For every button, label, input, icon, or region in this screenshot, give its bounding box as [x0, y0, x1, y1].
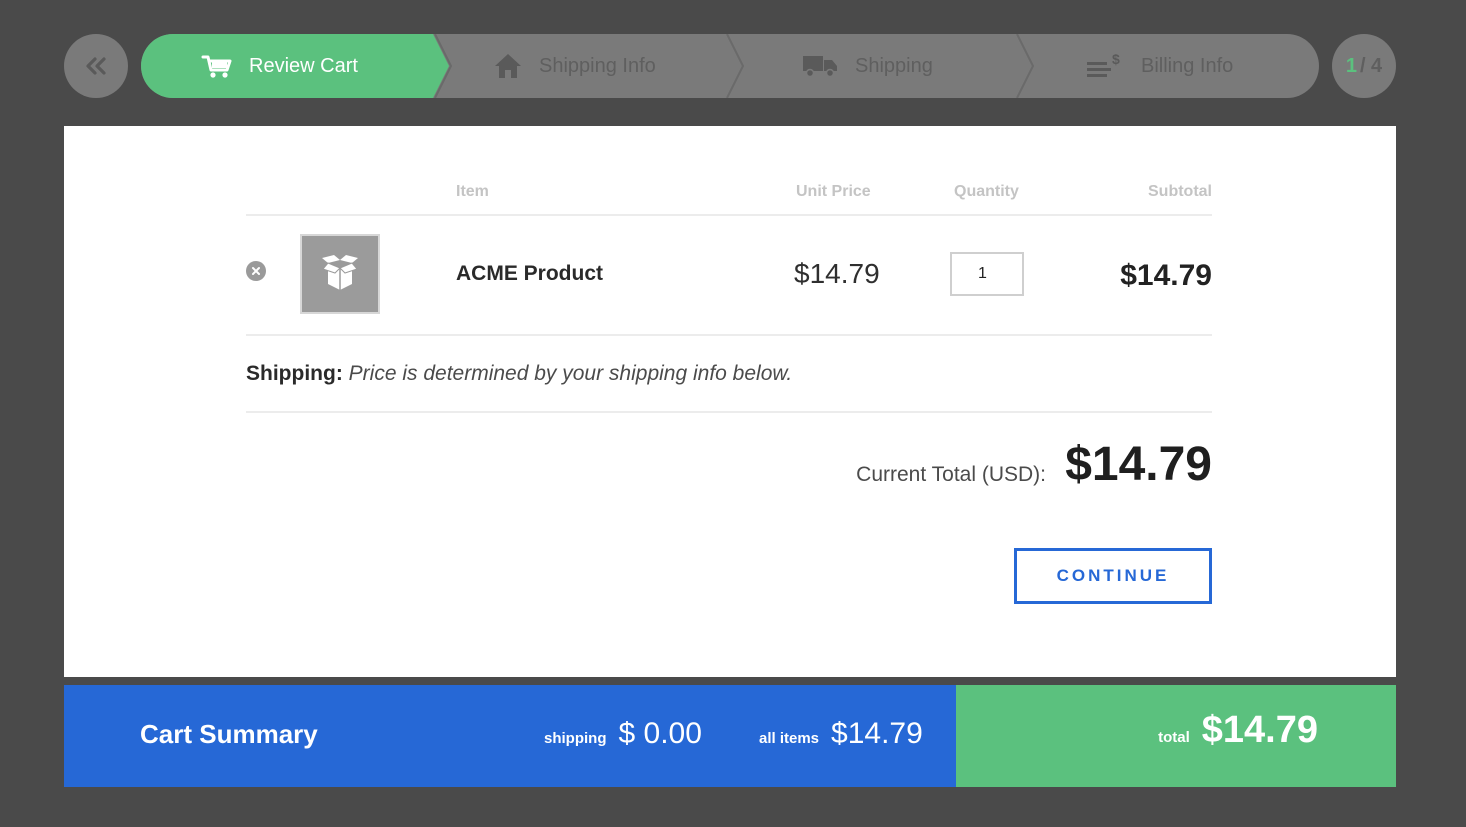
column-header-item: Item [456, 183, 489, 200]
summary-total-label: total [1158, 729, 1190, 746]
product-thumbnail[interactable] [300, 234, 380, 314]
box-icon [322, 255, 358, 290]
header-divider [246, 214, 1212, 216]
unit-price: $14.79 [794, 258, 880, 289]
double-chevron-left-icon [86, 57, 106, 75]
summary-shipping-label: shipping [544, 730, 607, 747]
cart-table: Item Unit Price Quantity Subtotal ACME P… [246, 126, 1212, 677]
shipping-note: Shipping: Price is determined by your sh… [246, 362, 792, 386]
current-total-label: Current Total (USD): [856, 463, 1046, 486]
cart-summary-bar: Cart Summary shipping $ 0.00 all items $… [64, 685, 956, 787]
summary-total: total $14.79 [1158, 709, 1318, 752]
quantity-input[interactable] [950, 252, 1024, 296]
home-icon [493, 52, 523, 80]
shipping-divider [246, 411, 1212, 413]
step-shipping-info[interactable]: Shipping Info [493, 34, 656, 98]
truck-icon [801, 54, 839, 78]
step-shipping[interactable]: Shipping [801, 34, 933, 98]
remove-item-button[interactable] [246, 261, 266, 281]
step-label: Billing Info [1141, 54, 1234, 77]
cart-summary-title: Cart Summary [140, 719, 318, 749]
summary-items-value: $14.79 [831, 717, 923, 750]
step-review-cart[interactable]: Review Cart [201, 34, 358, 98]
product-name[interactable]: ACME Product [456, 262, 603, 286]
column-header-subtotal: Subtotal [1148, 183, 1212, 200]
item-subtotal: $14.79 [1120, 259, 1212, 292]
svg-text:$: $ [1112, 51, 1120, 67]
row-divider [246, 334, 1212, 336]
current-total-value: $14.79 [1065, 438, 1212, 491]
column-header-quantity: Quantity [954, 183, 1019, 200]
billing-icon: $ [1085, 51, 1125, 81]
summary-items: all items $14.79 [759, 717, 923, 751]
back-button[interactable] [64, 34, 128, 98]
summary-total-value: $14.79 [1201, 709, 1318, 751]
summary-items-label: all items [759, 730, 820, 747]
shipping-note-label: Shipping: [246, 362, 343, 385]
summary-shipping: shipping $ 0.00 [544, 717, 702, 751]
shipping-note-message: Price is determined by your shipping inf… [348, 362, 793, 385]
column-header-unit-price: Unit Price [796, 183, 871, 200]
close-icon [252, 267, 260, 275]
cart-icon [201, 52, 233, 80]
step-label: Shipping Info [539, 54, 656, 77]
step-counter-total: / 4 [1359, 54, 1383, 77]
checkout-stepper: Review Cart Shipping Info Shipping $ Bil… [141, 34, 1319, 98]
step-billing-info[interactable]: $ Billing Info [1085, 34, 1233, 98]
checkout-page: Review Cart Shipping Info Shipping $ Bil… [0, 0, 1466, 827]
step-counter-current: 1 [1345, 54, 1357, 77]
summary-shipping-value: $ 0.00 [618, 717, 702, 750]
step-label: Shipping [855, 54, 933, 77]
cart-card: Item Unit Price Quantity Subtotal ACME P… [64, 126, 1396, 677]
step-counter: 1 / 4 [1332, 34, 1396, 98]
summary-total-panel: total $14.79 [956, 685, 1396, 787]
step-label: Review Cart [249, 54, 358, 77]
continue-button[interactable]: CONTINUE [1014, 548, 1212, 604]
